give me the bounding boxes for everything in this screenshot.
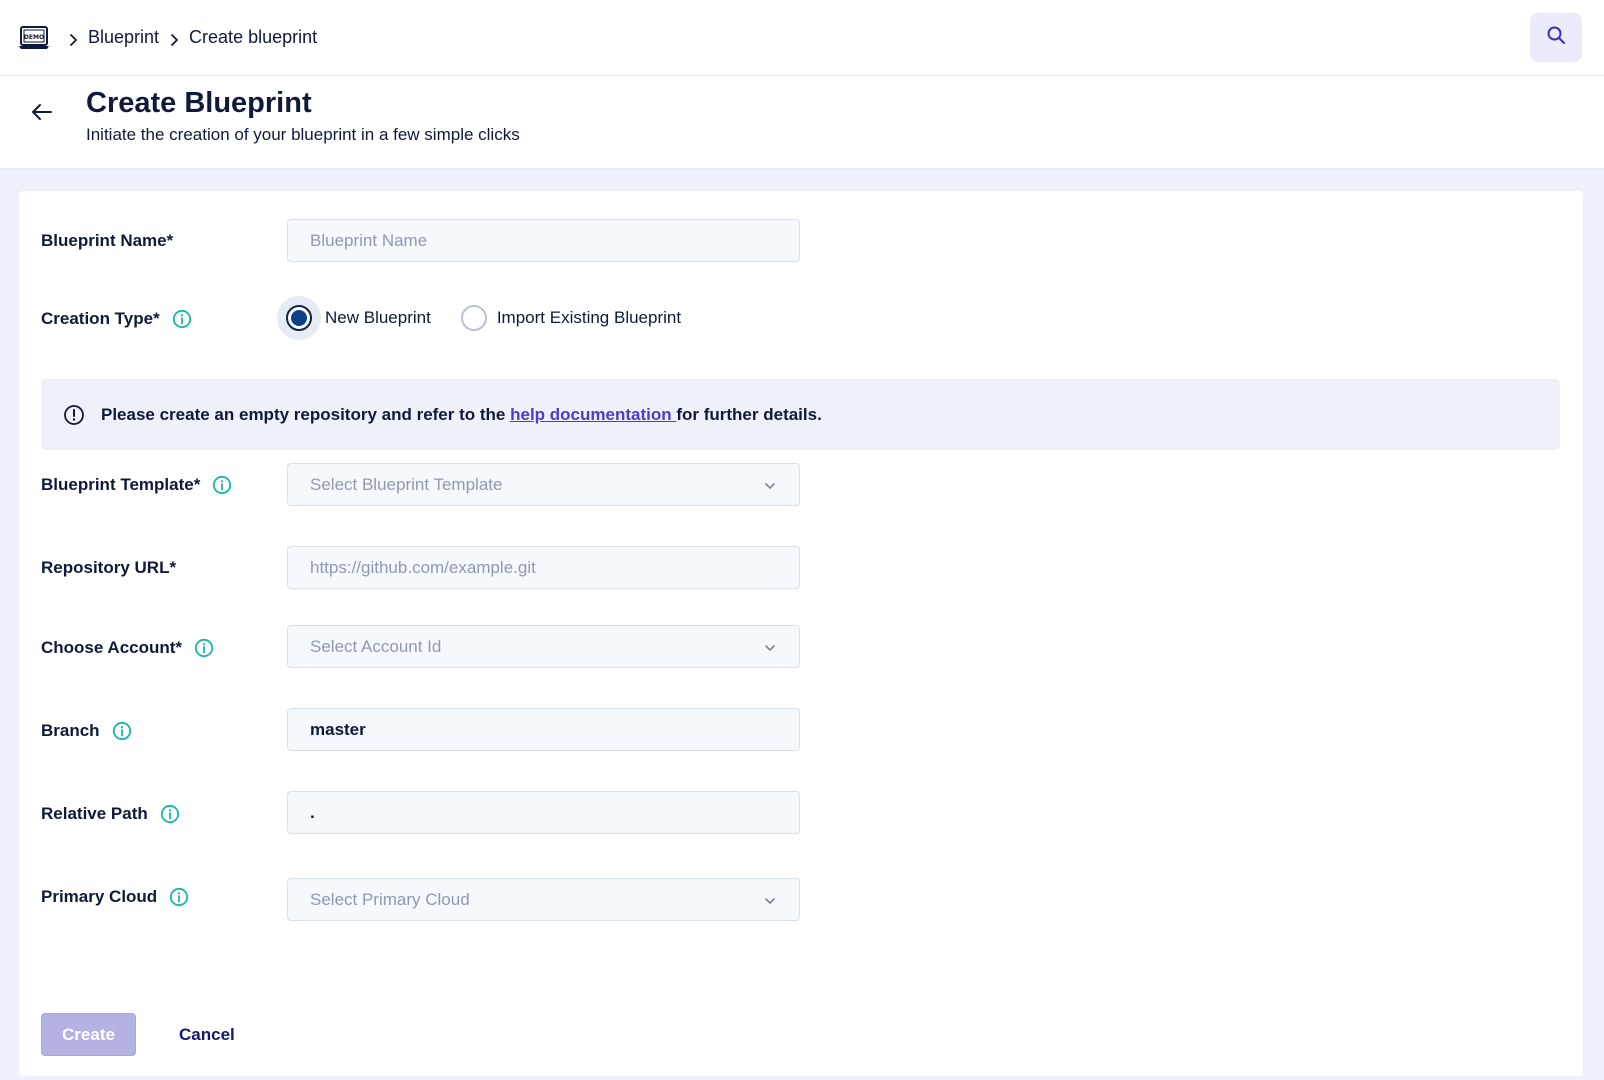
creation-type-radio-group: New Blueprint Import Existing Blueprint [277, 296, 711, 340]
primary-cloud-placeholder: Select Primary Cloud [310, 889, 470, 909]
alert-circle-icon [63, 404, 85, 426]
blueprint-name-row: Blueprint Name* [41, 231, 173, 251]
chevron-down-icon [763, 893, 777, 907]
relative-path-label: Relative Path [41, 804, 180, 824]
breadcrumb-item-blueprint[interactable]: Blueprint [88, 27, 159, 48]
search-icon [1546, 25, 1566, 50]
primary-cloud-label-text: Primary Cloud [41, 887, 158, 906]
radio-new-blueprint[interactable]: New Blueprint [277, 296, 431, 340]
primary-cloud-select[interactable]: Select Primary Cloud [287, 878, 800, 921]
creation-type-label: Creation Type* [41, 309, 192, 329]
choose-account-row: Choose Account* [41, 638, 214, 658]
choose-account-select[interactable]: Select Account Id [287, 625, 800, 668]
info-icon[interactable] [169, 887, 189, 907]
page-subtitle: Initiate the creation of your blueprint … [86, 125, 520, 144]
radio-halo [277, 296, 321, 340]
svg-text:DEMO: DEMO [24, 34, 44, 41]
blueprint-name-input[interactable] [310, 230, 777, 251]
breadcrumb: Blueprint Create blueprint [58, 27, 317, 48]
blueprint-template-label: Blueprint Template* [41, 475, 232, 495]
page-title: Create Blueprint [86, 87, 312, 119]
relative-path-label-text: Relative Path [41, 804, 148, 823]
blueprint-template-label-text: Blueprint Template* [41, 475, 201, 494]
chevron-down-icon [763, 640, 777, 654]
creation-type-label-text: Creation Type* [41, 309, 160, 328]
repository-url-label: Repository URL* [41, 558, 177, 577]
blueprint-template-select[interactable]: Select Blueprint Template [287, 463, 800, 506]
arrow-left-icon[interactable] [30, 100, 54, 124]
cancel-button[interactable]: Cancel [171, 1013, 243, 1056]
info-alert: Please create an empty repository and re… [41, 379, 1560, 450]
repository-url-row: Repository URL* [41, 558, 176, 578]
creation-type-row: Creation Type* [41, 309, 192, 329]
form-card: Blueprint Name* Creation Type* New Bluep… [19, 191, 1583, 1076]
alert-text: Please create an empty repository and re… [101, 405, 822, 425]
primary-cloud-row: Primary Cloud [41, 887, 189, 907]
repository-url-input[interactable] [310, 557, 777, 578]
blueprint-name-field[interactable] [287, 219, 800, 262]
info-icon[interactable] [160, 804, 180, 824]
search-button[interactable] [1530, 13, 1582, 62]
relative-path-input[interactable] [310, 802, 777, 823]
help-documentation-link[interactable]: help documentation [510, 405, 676, 424]
blueprint-name-label: Blueprint Name* [41, 231, 174, 250]
repository-url-field[interactable] [287, 546, 800, 589]
radio-label-new-blueprint: New Blueprint [325, 308, 431, 327]
branch-field[interactable] [287, 708, 800, 751]
branch-row: Branch [41, 721, 132, 741]
choose-account-label-text: Choose Account* [41, 638, 183, 657]
blueprint-template-row: Blueprint Template* [41, 475, 232, 495]
alert-text-after: for further details. [676, 404, 822, 424]
info-icon[interactable] [172, 309, 192, 329]
radio-label-import-existing-blueprint: Import Existing Blueprint [496, 308, 682, 327]
branch-label: Branch [41, 721, 132, 741]
create-button[interactable]: Create [41, 1013, 136, 1056]
blueprint-template-placeholder: Select Blueprint Template [310, 474, 503, 494]
choose-account-label: Choose Account* [41, 638, 214, 658]
info-icon[interactable] [194, 638, 214, 658]
relative-path-field[interactable] [287, 791, 800, 834]
primary-cloud-label: Primary Cloud [41, 887, 189, 907]
breadcrumb-item-create-blueprint: Create blueprint [189, 27, 318, 47]
relative-path-row: Relative Path [41, 804, 180, 824]
branch-label-text: Branch [41, 721, 100, 740]
radio-import-existing-blueprint[interactable]: Import Existing Blueprint [460, 305, 682, 331]
info-icon[interactable] [112, 721, 132, 741]
page-header: Create Blueprint Initiate the creation o… [0, 77, 1604, 169]
radio-button-checked[interactable] [286, 305, 312, 331]
chevron-down-icon [763, 478, 777, 492]
info-icon[interactable] [212, 475, 232, 495]
chevron-right-icon [167, 31, 181, 46]
chevron-right-icon [66, 31, 80, 46]
radio-button-unchecked[interactable] [460, 305, 487, 331]
choose-account-placeholder: Select Account Id [310, 636, 442, 656]
top-bar: DEMO Blueprint Create blueprint [0, 0, 1604, 76]
demo-laptop-icon[interactable]: DEMO [18, 25, 50, 51]
alert-text-before: Please create an empty repository and re… [101, 404, 511, 424]
branch-input[interactable] [310, 719, 777, 740]
